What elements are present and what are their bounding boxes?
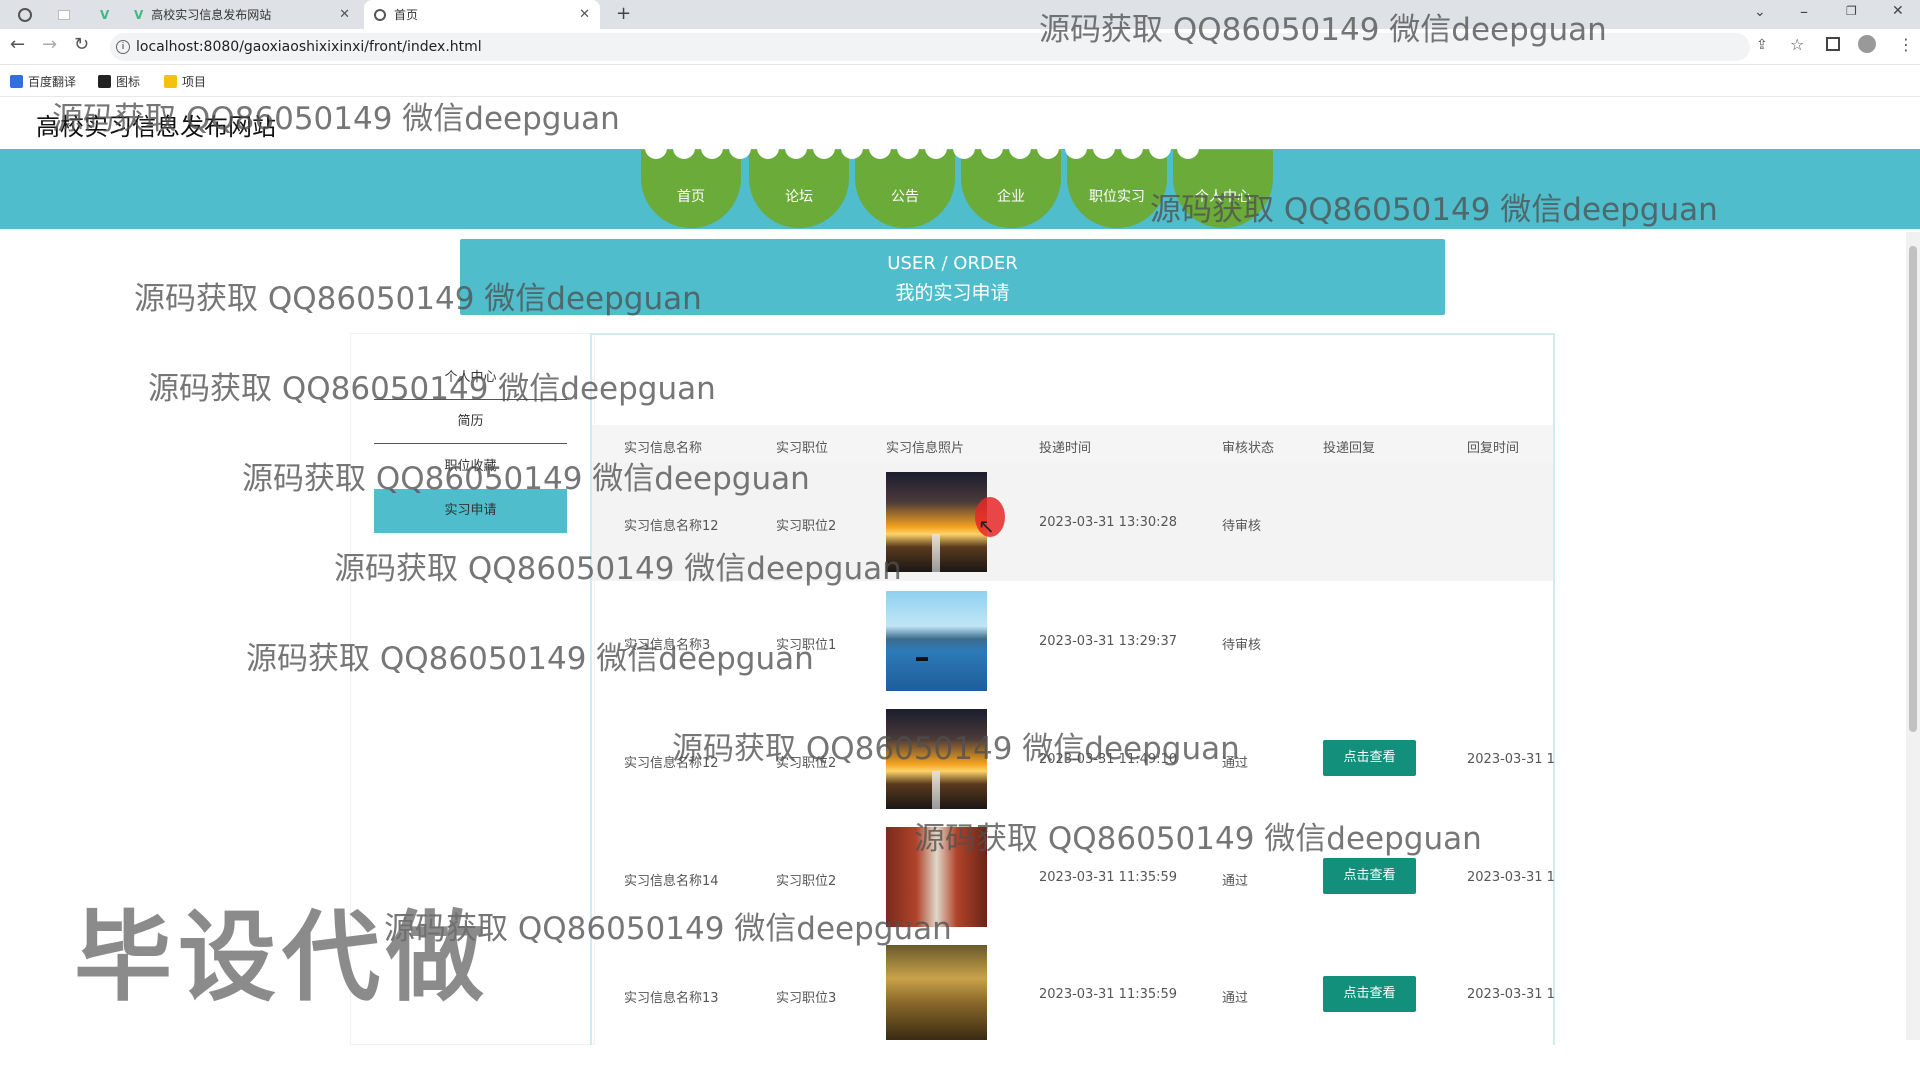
view-reply-button[interactable]: 点击查看 — [1323, 740, 1416, 776]
cell-name: 实习信息名称13 — [624, 991, 719, 1006]
cell-status: 通过 — [1222, 874, 1249, 889]
watermark: 源码获取 QQ86050149 微信deepguan — [134, 281, 702, 317]
back-icon[interactable]: ← — [10, 34, 25, 55]
lake-photo — [886, 591, 987, 691]
vue-icon: V — [134, 7, 144, 22]
bookmark-label: 图标 — [116, 75, 141, 89]
address-bar: ← → ↻ i localhost:8080/gaoxiaoshixixinxi… — [0, 29, 1920, 65]
restore-button[interactable]: ❐ — [1846, 4, 1857, 18]
road-shape — [932, 771, 940, 809]
mountain-photo — [886, 945, 987, 1040]
tab-blank[interactable] — [48, 0, 80, 29]
bookmark-projects[interactable]: 项目 — [164, 73, 206, 90]
big-watermark: 毕设代做 — [74, 901, 491, 1015]
header-time: 投递时间 — [1039, 441, 1092, 456]
star-icon[interactable]: ☆ — [1790, 35, 1804, 54]
header-status: 审核状态 — [1222, 441, 1275, 456]
profile-icon[interactable] — [1858, 35, 1876, 53]
tab-vue[interactable]: V — [90, 0, 122, 29]
cell-status: 通过 — [1222, 991, 1249, 1006]
new-tab-button[interactable]: + — [616, 3, 631, 24]
globe-icon — [374, 8, 386, 21]
image-icon — [98, 75, 111, 88]
cell-reply-time: 2023-03-31 1 — [1467, 987, 1555, 1002]
cell-time: 2023-03-31 11:35:59 — [1039, 870, 1178, 885]
mouse-cursor-icon: ↖ — [978, 514, 995, 538]
info-icon[interactable]: i — [116, 40, 130, 54]
reload-icon[interactable]: ↻ — [74, 34, 89, 55]
folder-icon — [164, 75, 177, 88]
forward-icon[interactable]: → — [42, 34, 57, 55]
tab-home[interactable]: 首页 ✕ — [364, 0, 600, 29]
bookmark-label: 项目 — [182, 75, 207, 89]
cell-position: 实习职位2 — [776, 519, 837, 534]
view-reply-button[interactable]: 点击查看 — [1323, 976, 1416, 1012]
tab-title: 高校实习信息发布网站 — [151, 8, 272, 22]
watermark: 源码获取 QQ86050149 微信deepguan — [672, 731, 1240, 767]
view-reply-button[interactable]: 点击查看 — [1323, 858, 1416, 894]
close-icon[interactable]: ✕ — [579, 7, 590, 22]
cell-position: 实习职位3 — [776, 991, 837, 1006]
watermark: 源码获取 QQ86050149 微信deepguan — [148, 371, 716, 407]
header-photo: 实习信息照片 — [886, 441, 965, 456]
cell-name: 实习信息名称14 — [624, 874, 719, 889]
close-icon[interactable]: ✕ — [339, 7, 350, 22]
cell-name: 实习信息名称12 — [624, 519, 719, 534]
banner-subtitle: USER / ORDER — [887, 253, 1018, 274]
bookmark-translate[interactable]: 百度翻译 — [10, 73, 76, 90]
cell-time: 2023-03-31 13:29:37 — [1039, 634, 1178, 649]
watermark: 源码获取 QQ86050149 微信deepguan — [52, 101, 620, 137]
cell-reply-time: 2023-03-31 1 — [1467, 870, 1555, 885]
watermark: 源码获取 QQ86050149 微信deepguan — [246, 641, 814, 677]
bookmark-icons[interactable]: 图标 — [98, 73, 140, 90]
cell-time: 2023-03-31 11:35:59 — [1039, 987, 1178, 1002]
boat-shape — [916, 657, 928, 661]
chevron-down-icon[interactable]: ⌄ — [1754, 4, 1766, 20]
scrollbar-thumb[interactable] — [1909, 246, 1917, 732]
header-reply-time: 回复时间 — [1467, 441, 1520, 456]
globe-icon — [18, 7, 32, 22]
road-shape — [932, 534, 940, 572]
url-text: localhost:8080/gaoxiaoshixixinxi/front/i… — [136, 39, 482, 55]
watermark: 源码获取 QQ86050149 微信deepguan — [334, 551, 902, 587]
cell-reply-time: 2023-03-31 1 — [1467, 752, 1555, 767]
watermark: 源码获取 QQ86050149 微信deepguan — [914, 821, 1482, 857]
bookmark-label: 百度翻译 — [28, 75, 77, 89]
sidepanel-icon[interactable] — [1826, 37, 1840, 51]
cell-status: 待审核 — [1222, 519, 1262, 534]
tab-site[interactable]: V 高校实习信息发布网站 ✕ — [124, 0, 360, 29]
cell-position: 实习职位2 — [776, 874, 837, 889]
watermark: 源码获取 QQ86050149 微信deepguan — [1039, 12, 1607, 48]
share-icon[interactable]: ⇪ — [1756, 37, 1768, 53]
page-icon — [58, 9, 70, 20]
watermark: 源码获取 QQ86050149 微信deepguan — [242, 461, 810, 497]
menu-icon[interactable]: ⋮ — [1898, 35, 1914, 54]
cell-time: 2023-03-31 13:30:28 — [1039, 515, 1178, 530]
minimize-button[interactable]: – — [1800, 2, 1808, 21]
tab-pinned[interactable] — [8, 0, 48, 29]
vue-icon: V — [100, 7, 110, 22]
cell-status: 待审核 — [1222, 638, 1262, 653]
header-reply: 投递回复 — [1323, 441, 1376, 456]
tab-title: 首页 — [394, 8, 419, 22]
translate-icon — [10, 75, 23, 88]
watermark: 源码获取 QQ86050149 微信deepguan — [1150, 192, 1718, 228]
browser-tab-bar: V V 高校实习信息发布网站 ✕ 首页 ✕ + ⌄ – ❐ ✕ — [0, 0, 1920, 29]
window-close-button[interactable]: ✕ — [1892, 3, 1904, 19]
